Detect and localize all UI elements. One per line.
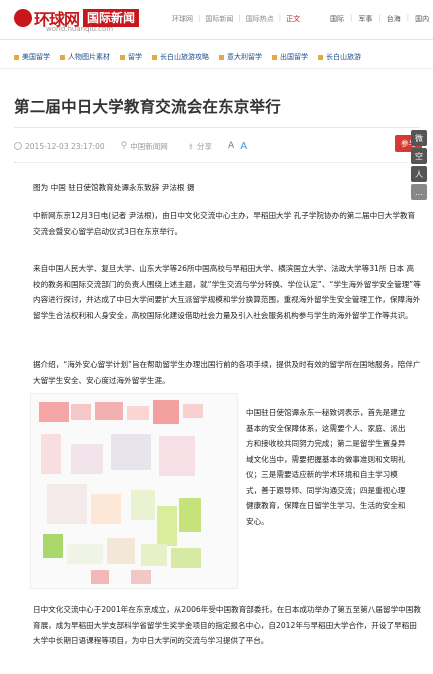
font-increase-button[interactable]: A (240, 141, 247, 152)
bullet-icon (120, 54, 125, 60)
share-label: 分享 (197, 141, 213, 151)
nav-link-world[interactable]: 国际 (330, 14, 344, 24)
logo-url: world.huanqiu.com (46, 25, 114, 33)
channel-label: 美国留学 (22, 53, 50, 61)
channel-link[interactable]: 人物图片素材 (60, 52, 110, 62)
breadcrumb-separator: | (198, 14, 201, 22)
channel-label: 留学 (128, 53, 142, 61)
bullet-icon (318, 54, 323, 60)
channel-label: 人物图片素材 (68, 53, 110, 61)
article-paragraph: 中国驻日使馆谭永东一秘致词表示，首先是建立基本的安全保障体系，这需要个人、家庭、… (246, 408, 406, 526)
article-meta: 2015-12-03 23:17:00 ⚲ 中国新闻网 ⇪ 分享 A A 参与 (14, 135, 422, 155)
bullet-icon (14, 54, 19, 60)
font-decrease-button[interactable]: A (228, 141, 234, 151)
nav-separator: | (406, 14, 410, 22)
nav-link-china[interactable]: 国内 (415, 14, 429, 24)
breadcrumb: 环球网 | 国际新闻 | 国际热点 | 正文 (172, 14, 300, 24)
qzone-share-icon[interactable]: 空 (411, 148, 427, 164)
channel-link[interactable]: 长白山旅游 (318, 52, 361, 62)
article-title: 第二届中日大学教育交流会在东京举行 (14, 98, 281, 116)
more-share-icon[interactable]: … (411, 184, 427, 200)
breadcrumb-current: 正文 (286, 15, 301, 23)
breadcrumb-item[interactable]: 国际热点 (246, 14, 274, 24)
timestamp: 2015-12-03 23:17:00 (25, 141, 105, 151)
article-paragraph: 来自中国人民大学、复旦大学、山东大学等26所中国高校与早稻田大学、横滨国立大学、… (33, 264, 421, 320)
breadcrumb-item[interactable]: 国际新闻 (205, 14, 233, 24)
divider (0, 68, 433, 69)
photo-caption: 图为 中国 驻日使馆教育处谭永东致辞 尹法根 摄 (33, 183, 195, 192)
side-share-bar: 微 空 人 … (411, 130, 427, 200)
article-paragraph: 中新网东京12月3日电(记者 尹法根)，由日中文化交流中心主办，早稻田大学 孔子… (33, 211, 416, 236)
channel-link[interactable]: 美国留学 (14, 52, 50, 62)
channel-label: 出国留学 (280, 53, 308, 61)
source-link[interactable]: 中国新闻网 (130, 141, 168, 152)
globe-icon (14, 9, 32, 27)
channel-link[interactable]: 长白山旅游攻略 (152, 52, 209, 62)
channel-label: 长白山旅游 (326, 53, 361, 61)
channel-link[interactable]: 出国留学 (272, 52, 308, 62)
share-icon: ⇪ (187, 141, 195, 151)
channel-bar: 美国留学 人物图片素材 留学 长白山旅游攻略 意大利留学 出国留学 长白山旅游 (0, 48, 433, 66)
divider (14, 127, 420, 128)
channel-label: 意大利留学 (227, 53, 262, 61)
site-header: 环球网 国际新闻 world.huanqiu.com 环球网 | 国际新闻 | … (0, 0, 433, 40)
divider (14, 162, 422, 163)
renren-share-icon[interactable]: 人 (411, 166, 427, 182)
nav-link-military[interactable]: 军事 (358, 14, 372, 24)
channel-label: 长白山旅游攻略 (160, 53, 209, 61)
breadcrumb-separator: | (238, 14, 241, 22)
nav-separator: | (350, 14, 353, 22)
breadcrumb-separator: | (278, 14, 282, 22)
weibo-share-icon[interactable]: 微 (411, 130, 427, 146)
bullet-icon (60, 54, 65, 60)
link-icon: ⚲ (120, 141, 128, 151)
nav-link-taiwan[interactable]: 台海 (387, 14, 401, 24)
bullet-icon (152, 54, 157, 60)
article-photo (30, 393, 238, 589)
clock-icon (14, 142, 22, 150)
bullet-icon (219, 54, 224, 60)
article-paragraph: 据介绍，“海外安心留学计划”旨在帮助留学生办理出国行前的各项手续，提供及时有效的… (33, 360, 421, 385)
breadcrumb-item[interactable]: 环球网 (172, 14, 193, 24)
channel-link[interactable]: 意大利留学 (219, 52, 262, 62)
top-right-nav: 国际 | 军事 | 台海 | 国内 (330, 14, 429, 24)
article-paragraph: 日中文化交流中心于2001年在东京成立，从2006年受中国教育部委托，在日本成功… (33, 605, 421, 645)
share-button[interactable]: ⇪ 分享 (188, 141, 212, 152)
channel-link[interactable]: 留学 (120, 52, 142, 62)
nav-separator: | (378, 14, 381, 22)
bullet-icon (272, 54, 277, 60)
